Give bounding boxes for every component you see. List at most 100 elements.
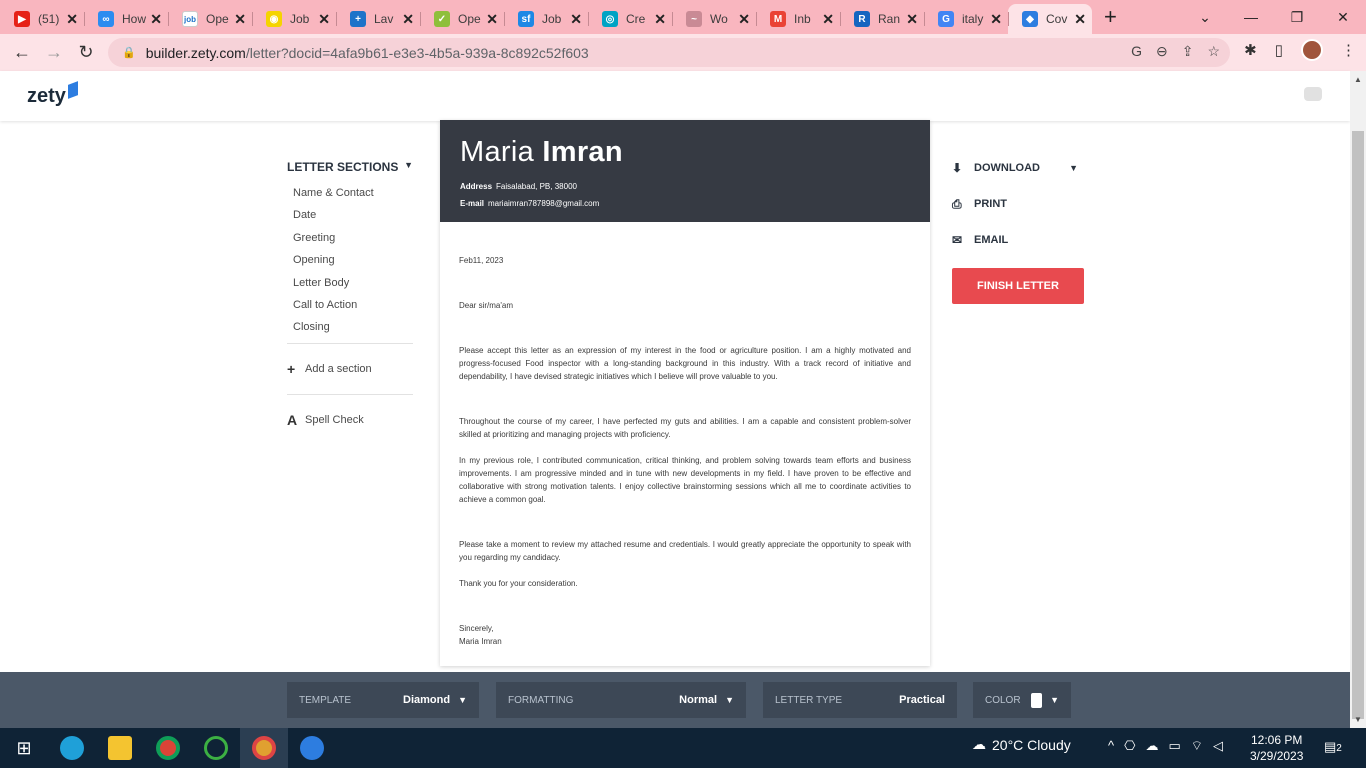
spell-check-icon: A [287,411,298,428]
new-tab-button[interactable]: + [1104,4,1117,30]
browser-tab[interactable]: sf Job ✕ [504,4,588,34]
chevron-up-icon[interactable]: ^ [1108,738,1114,754]
letter-type-selector[interactable]: LETTER TYPE Practical [763,682,957,718]
browser-tab[interactable]: ◆ Cov ✕ [1008,4,1092,34]
letter-greeting[interactable]: Dear sir/ma'am [459,299,911,312]
section-item[interactable]: Name & Contact [287,182,413,204]
scroll-down-icon[interactable]: ▼ [1354,715,1362,724]
tab-close-icon[interactable]: ✕ [654,11,666,28]
browser-tab[interactable]: Gitaly ✕ [924,4,1008,34]
system-clock[interactable]: 12:06 PM 3/29/2023 [1250,732,1303,764]
taskbar-chrome-profile[interactable] [240,728,288,768]
letter-type-value: Practical [899,694,945,706]
tab-close-icon[interactable]: ✕ [486,11,498,28]
taskbar-file-explorer[interactable] [96,728,144,768]
browser-tab[interactable]: ~ Wo ✕ [672,4,756,34]
tab-close-icon[interactable]: ✕ [234,11,246,28]
bookmark-star-icon[interactable]: ☆ [1207,43,1220,60]
start-button[interactable]: ⊞ [0,728,48,768]
spell-check-button[interactable]: A Spell Check [287,395,413,445]
section-item[interactable]: Greeting [287,227,413,249]
print-button[interactable]: ⎙ PRINT [952,186,1084,222]
extensions-icon[interactable]: ✱ [1244,41,1257,59]
battery-icon[interactable]: ▭ [1168,738,1180,754]
letter-thanks[interactable]: Thank you for your consideration. [459,577,911,590]
close-window-button[interactable]: ✕ [1320,0,1366,34]
tab-title: (51) [38,12,60,26]
formatting-selector[interactable]: FORMATTING Normal ▼ [496,682,746,718]
browser-tab[interactable]: + Lav ✕ [336,4,420,34]
tab-close-icon[interactable]: ✕ [822,11,834,28]
browser-tab[interactable]: ▶ (51) ✕ [0,4,84,34]
browser-tab[interactable]: M Inb ✕ [756,4,840,34]
browser-tab[interactable]: ◎ Cre ✕ [588,4,672,34]
share-icon[interactable]: ⇪ [1182,43,1194,60]
section-item[interactable]: Call to Action [287,294,413,316]
zoom-icon[interactable]: ⊖ [1156,43,1168,60]
section-item[interactable]: Closing [287,316,413,338]
formatting-label: FORMATTING [508,694,574,706]
menu-icon[interactable]: ⋮ [1341,41,1356,59]
tab-close-icon[interactable]: ✕ [738,11,750,28]
email-button[interactable]: ✉ EMAIL [952,222,1084,258]
tab-close-icon[interactable]: ✕ [906,11,918,28]
tab-close-icon[interactable]: ✕ [1074,11,1086,28]
browser-tab[interactable]: R Ran ✕ [840,4,924,34]
onedrive-icon[interactable]: ☁ [1145,738,1158,754]
letter-date[interactable]: Feb11, 2023 [459,254,911,267]
taskbar-edge[interactable] [48,728,96,768]
finish-letter-button[interactable]: FINISH LETTER [952,268,1084,304]
letter-document[interactable]: Maria Imran Address Faisalabad, PB, 38000… [440,120,930,666]
scrollbar-thumb[interactable] [1352,131,1364,719]
tab-close-icon[interactable]: ✕ [150,11,162,28]
tab-close-icon[interactable]: ✕ [570,11,582,28]
weather-widget[interactable]: ☁ 20°C Cloudy [972,736,1071,753]
side-panel-icon[interactable]: ▯ [1275,41,1283,59]
restore-button[interactable]: ❐ [1274,0,1320,34]
chat-icon[interactable] [1304,87,1322,101]
back-button[interactable]: ← [6,37,38,69]
zety-logo[interactable]: zety [27,81,78,108]
download-button[interactable]: ⬇ DOWNLOAD ▼ [952,150,1084,186]
wifi-icon[interactable]: ⌔ [1191,738,1203,754]
taskbar-canva[interactable] [288,728,336,768]
contact-info[interactable]: Address Faisalabad, PB, 38000 E-mail maria… [460,178,910,212]
notification-center[interactable]: ▤2 [1324,739,1342,755]
letter-closing[interactable]: Sincerely, Maria Imran [459,622,911,648]
google-lens-icon[interactable]: G [1131,43,1142,60]
tab-close-icon[interactable]: ✕ [402,11,414,28]
volume-icon[interactable]: ◁ [1213,738,1223,754]
taskbar-chrome[interactable] [144,728,192,768]
tab-close-icon[interactable]: ✕ [318,11,330,28]
section-item[interactable]: Opening [287,249,413,271]
browser-tab[interactable]: ∞ How ✕ [84,4,168,34]
tab-search-icon[interactable]: ⌄ [1182,0,1228,34]
browser-tab[interactable]: ✓ Ope ✕ [420,4,504,34]
forward-button[interactable]: → [38,37,70,69]
tab-close-icon[interactable]: ✕ [66,11,78,28]
letter-body-paragraph-1[interactable]: Throughout the course of my career, I ha… [459,415,911,441]
vertical-scrollbar[interactable]: ▲ ▼ [1350,71,1366,728]
address-bar[interactable]: 🔒 builder.zety.com/letter?docid=4afa9b61… [108,38,1230,67]
add-section-button[interactable]: + Add a section [287,344,413,394]
section-item[interactable]: Letter Body [287,272,413,294]
letter-opening[interactable]: Please accept this letter as an expressi… [459,344,911,383]
letter-call-to-action[interactable]: Please take a moment to review my attach… [459,538,911,564]
section-item[interactable]: Date [287,204,413,226]
scroll-up-icon[interactable]: ▲ [1354,75,1362,84]
browser-tab[interactable]: job Ope ✕ [168,4,252,34]
profile-avatar[interactable] [1301,39,1323,61]
system-tray: ^ ⎔ ☁ ▭ ⌔ ◁ [1108,738,1223,754]
browser-tab[interactable]: ◉ Job ✕ [252,4,336,34]
applicant-name[interactable]: Maria Imran [460,136,910,169]
letter-body-paragraph-2[interactable]: In my previous role, I contributed commu… [459,454,911,506]
letter-sections-toggle[interactable]: LETTER SECTIONS ▼ [287,160,413,174]
reload-button[interactable]: ↻ [70,37,102,69]
taskbar-app-green[interactable] [192,728,240,768]
color-selector[interactable]: COLOR ▼ [973,682,1071,718]
minimize-button[interactable]: — [1228,0,1274,34]
template-selector[interactable]: TEMPLATE Diamond ▼ [287,682,479,718]
tab-close-icon[interactable]: ✕ [990,11,1002,28]
meet-now-icon[interactable]: ⎔ [1124,738,1135,754]
windows-icon: ⊞ [16,737,32,758]
